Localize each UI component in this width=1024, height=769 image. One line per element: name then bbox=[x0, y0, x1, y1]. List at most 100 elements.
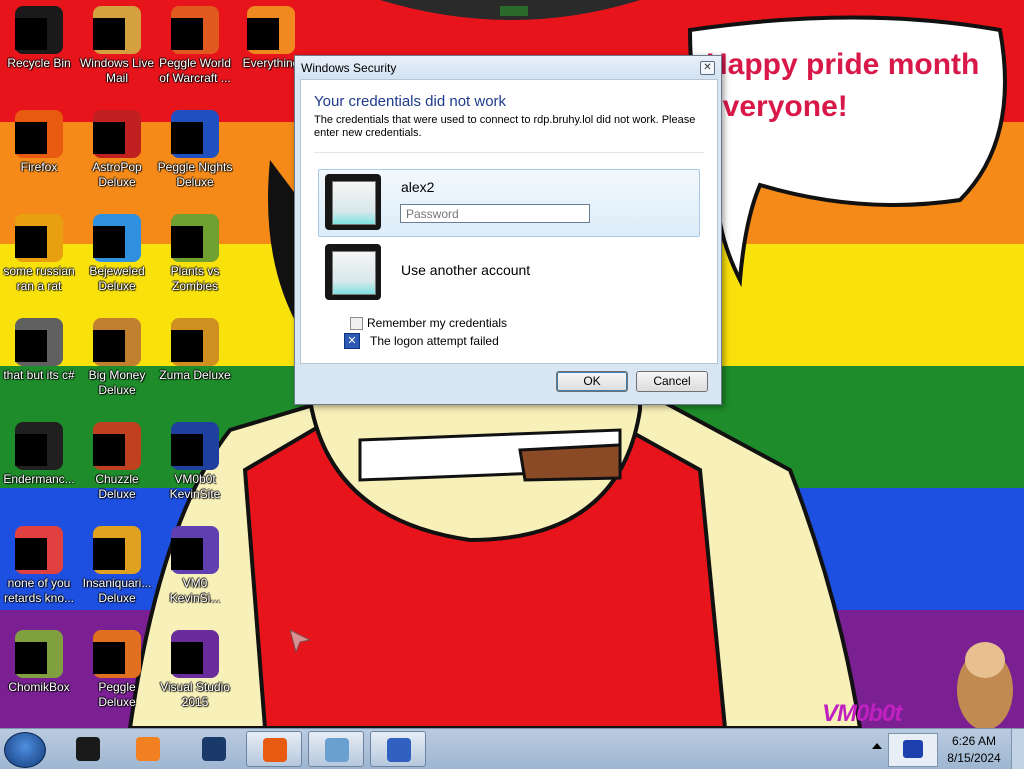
taskbar-item-firefox[interactable] bbox=[246, 731, 302, 767]
start-button-windows-icon[interactable] bbox=[4, 732, 46, 768]
clock-time[interactable]: 6:26 AM bbox=[944, 734, 1004, 748]
app-icon bbox=[93, 422, 141, 470]
desktop-icon-plants-vs-zombies[interactable]: Plants vs Zombies bbox=[156, 214, 234, 294]
desktop-icon-label: Peggle Deluxe bbox=[98, 680, 136, 709]
account-name: alex2 bbox=[401, 179, 435, 195]
system-tray: 6:26 AM 8/15/2024 bbox=[866, 729, 1024, 769]
dialog-message: The credentials that were used to connec… bbox=[314, 114, 696, 139]
password-input[interactable] bbox=[400, 204, 590, 223]
divider bbox=[314, 152, 704, 153]
desktop-icon-insaniquari-deluxe[interactable]: Insaniquari... Deluxe bbox=[78, 526, 156, 606]
remember-credentials-label: Remember my credentials bbox=[367, 316, 508, 330]
user-avatar-icon bbox=[325, 174, 381, 230]
desktop-icon-windows-live-mail[interactable]: Windows Live Mail bbox=[78, 6, 156, 86]
app-icon bbox=[93, 110, 141, 158]
checkbox-icon[interactable] bbox=[350, 317, 363, 330]
app-icon bbox=[93, 6, 141, 54]
desktop-icon-vm0-kevinsi[interactable]: VM0 KevinSi... bbox=[156, 526, 234, 606]
ok-button[interactable]: OK bbox=[556, 371, 628, 392]
windows-security-dialog: Windows Security ✕ Your credentials did … bbox=[294, 55, 722, 405]
desktop-icon-label: ChomikBox bbox=[8, 680, 70, 694]
show-hidden-icons-icon[interactable] bbox=[872, 743, 882, 749]
app-globe-icon bbox=[202, 737, 226, 761]
dialog-titlebar[interactable]: Windows Security ✕ bbox=[295, 56, 721, 78]
desktop-icon-label: VM0 KevinSi... bbox=[169, 576, 221, 605]
dialog-title: Windows Security bbox=[301, 61, 397, 75]
speech-bubble-text: Happy pride month everyone! bbox=[706, 48, 980, 123]
app-icon bbox=[171, 6, 219, 54]
dialog-body: Your credentials did not work The creden… bbox=[300, 79, 718, 364]
show-desktop-button[interactable] bbox=[1011, 729, 1024, 769]
cancel-button[interactable]: Cancel bbox=[636, 371, 708, 392]
taskbar-item-media-player[interactable] bbox=[120, 731, 176, 767]
app-icon bbox=[171, 526, 219, 574]
app-icon bbox=[93, 214, 141, 262]
taskbar-item-console[interactable] bbox=[60, 731, 116, 767]
tray-remote-desktop-icon[interactable] bbox=[888, 733, 938, 767]
desktop-icon-label: Endermanc... bbox=[3, 472, 75, 486]
desktop-icon-bejeweled-deluxe[interactable]: Bejeweled Deluxe bbox=[78, 214, 156, 294]
taskbar-item-app-globe[interactable] bbox=[186, 731, 242, 767]
app-icon bbox=[15, 630, 63, 678]
desktop-icon-chomikbox[interactable]: ChomikBox bbox=[0, 630, 78, 695]
desktop-icon-label: Recycle Bin bbox=[7, 56, 71, 70]
desktop-icon-peggle-world-of-warcraft[interactable]: Peggle World of Warcraft ... bbox=[156, 6, 234, 86]
credential-tile-other-account[interactable]: Use another account bbox=[318, 239, 700, 307]
dialog-heading: Your credentials did not work bbox=[314, 93, 507, 110]
clock-date[interactable]: 8/15/2024 bbox=[944, 751, 1004, 765]
close-icon[interactable]: ✕ bbox=[700, 61, 715, 75]
desktop-icon-peggle-nights-deluxe[interactable]: Peggle Nights Deluxe bbox=[156, 110, 234, 190]
desktop-icon-firefox[interactable]: Firefox bbox=[0, 110, 78, 175]
remote-desktop-icon bbox=[387, 738, 411, 762]
desktop-icon-label: VM0b0t KevinSite bbox=[169, 472, 221, 501]
desktop-icon-label: Zuma Deluxe bbox=[159, 368, 231, 382]
app-icon bbox=[93, 630, 141, 678]
mouse-cursor-icon bbox=[289, 629, 312, 654]
app-icon bbox=[15, 110, 63, 158]
desktop-icon-label: AstroPop Deluxe bbox=[92, 160, 142, 189]
use-another-account-label: Use another account bbox=[401, 262, 531, 278]
app-icon bbox=[15, 214, 63, 262]
desktop-icon-chuzzle-deluxe[interactable]: Chuzzle Deluxe bbox=[78, 422, 156, 502]
user-avatar-icon bbox=[325, 244, 381, 300]
artist-signature: VM0b0t bbox=[822, 700, 902, 727]
desktop-icon-label: Windows Live Mail bbox=[79, 56, 155, 85]
app-icon bbox=[15, 526, 63, 574]
desktop-icon-visual-studio-2015[interactable]: Visual Studio 2015 bbox=[156, 630, 234, 710]
x-icon: ✕ bbox=[344, 333, 360, 349]
app-icon bbox=[93, 526, 141, 574]
taskbar-item-remote-desktop[interactable] bbox=[370, 731, 426, 767]
desktop-icon-none-of-you-retards-kno[interactable]: none of you retards kno... bbox=[0, 526, 78, 606]
desktop-icon-label: Chuzzle Deluxe bbox=[95, 472, 139, 501]
app-icon bbox=[171, 630, 219, 678]
app-icon bbox=[171, 110, 219, 158]
desktop-icon-that-but-its-c[interactable]: that but its c# bbox=[0, 318, 78, 383]
desktop-icon-vm0b0t-kevinsite[interactable]: VM0b0t KevinSite bbox=[156, 422, 234, 502]
desktop-icon-label: Visual Studio 2015 bbox=[160, 680, 230, 709]
desktop-icon-label: Peggle World of Warcraft ... bbox=[159, 56, 231, 85]
desktop-icon-some-russian-ran-a-rat[interactable]: some russian ran a rat bbox=[0, 214, 78, 294]
desktop-icon-label: that but its c# bbox=[3, 368, 75, 382]
desktop-icon-zuma-deluxe[interactable]: Zuma Deluxe bbox=[156, 318, 234, 383]
desktop-icon-astropop-deluxe[interactable]: AstroPop Deluxe bbox=[78, 110, 156, 190]
desktop-icon-label: none of you retards kno... bbox=[3, 576, 75, 605]
desktop-icon-peggle-deluxe[interactable]: Peggle Deluxe bbox=[78, 630, 156, 710]
desktop-icon-label: Plants vs Zombies bbox=[170, 264, 220, 293]
notepad-icon bbox=[325, 738, 349, 762]
credential-tile-alex2[interactable]: alex2 bbox=[318, 169, 700, 237]
app-icon bbox=[15, 318, 63, 366]
desktop-icon-label: some russian ran a rat bbox=[3, 264, 75, 293]
desktop-icon-label: Firefox bbox=[20, 160, 58, 174]
app-icon bbox=[171, 318, 219, 366]
desktop-icon-label: Big Money Deluxe bbox=[88, 368, 146, 397]
desktop-icon-big-money-deluxe[interactable]: Big Money Deluxe bbox=[78, 318, 156, 398]
desktop-icon-label: Bejeweled Deluxe bbox=[89, 264, 145, 293]
app-icon bbox=[171, 214, 219, 262]
app-icon bbox=[15, 422, 63, 470]
desktop-icon-recycle-bin[interactable]: Recycle Bin bbox=[0, 6, 78, 71]
desktop-icon-label: Insaniquari... Deluxe bbox=[82, 576, 152, 605]
taskbar-item-notepad[interactable] bbox=[308, 731, 364, 767]
app-icon bbox=[247, 6, 295, 54]
taskbar: 6:26 AM 8/15/2024 bbox=[0, 728, 1024, 769]
desktop-icon-endermanc[interactable]: Endermanc... bbox=[0, 422, 78, 487]
